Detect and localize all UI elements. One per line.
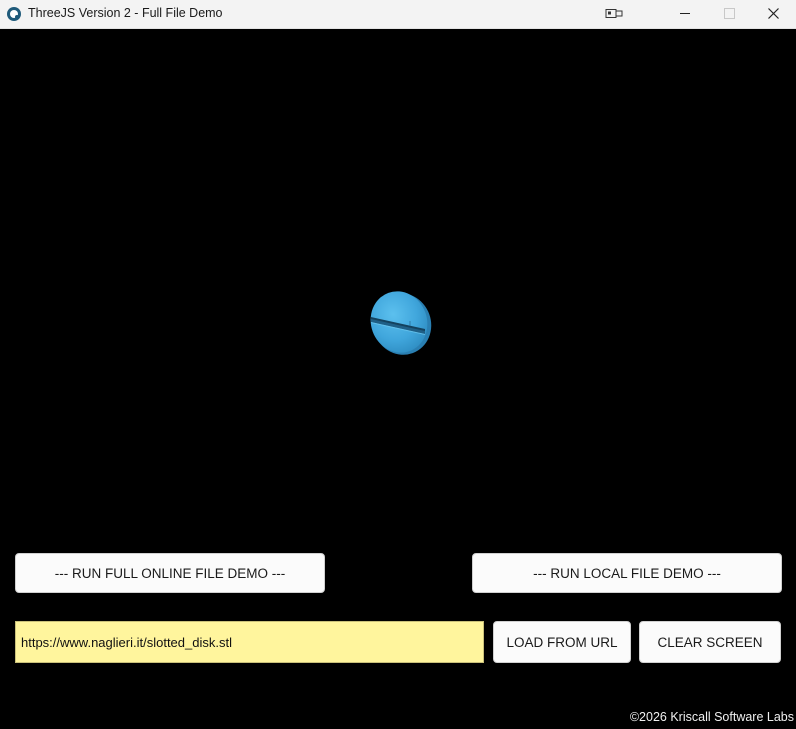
run-online-demo-button[interactable]: --- RUN FULL ONLINE FILE DEMO --- [15, 553, 325, 593]
minimize-button[interactable] [662, 0, 708, 28]
close-button[interactable] [750, 0, 796, 28]
title-bar[interactable]: ThreeJS Version 2 - Full File Demo [0, 0, 796, 29]
run-local-demo-button[interactable]: --- RUN LOCAL FILE DEMO --- [472, 553, 782, 593]
minimize-icon [680, 13, 690, 14]
app-icon [7, 7, 21, 21]
window-title: ThreeJS Version 2 - Full File Demo [28, 6, 223, 20]
url-input[interactable] [15, 621, 484, 663]
maximize-icon [724, 8, 735, 19]
close-icon [768, 8, 779, 19]
clear-screen-button[interactable]: CLEAR SCREEN [639, 621, 781, 663]
screenshot-icon[interactable] [592, 0, 638, 28]
maximize-button[interactable] [706, 0, 752, 28]
app-window: ThreeJS Version 2 - Full File Demo --- R… [0, 0, 796, 729]
load-from-url-button[interactable]: LOAD FROM URL [493, 621, 631, 663]
slotted-disk-model [370, 291, 432, 355]
copyright-text: ©2026 Kriscall Software Labs [629, 710, 794, 724]
